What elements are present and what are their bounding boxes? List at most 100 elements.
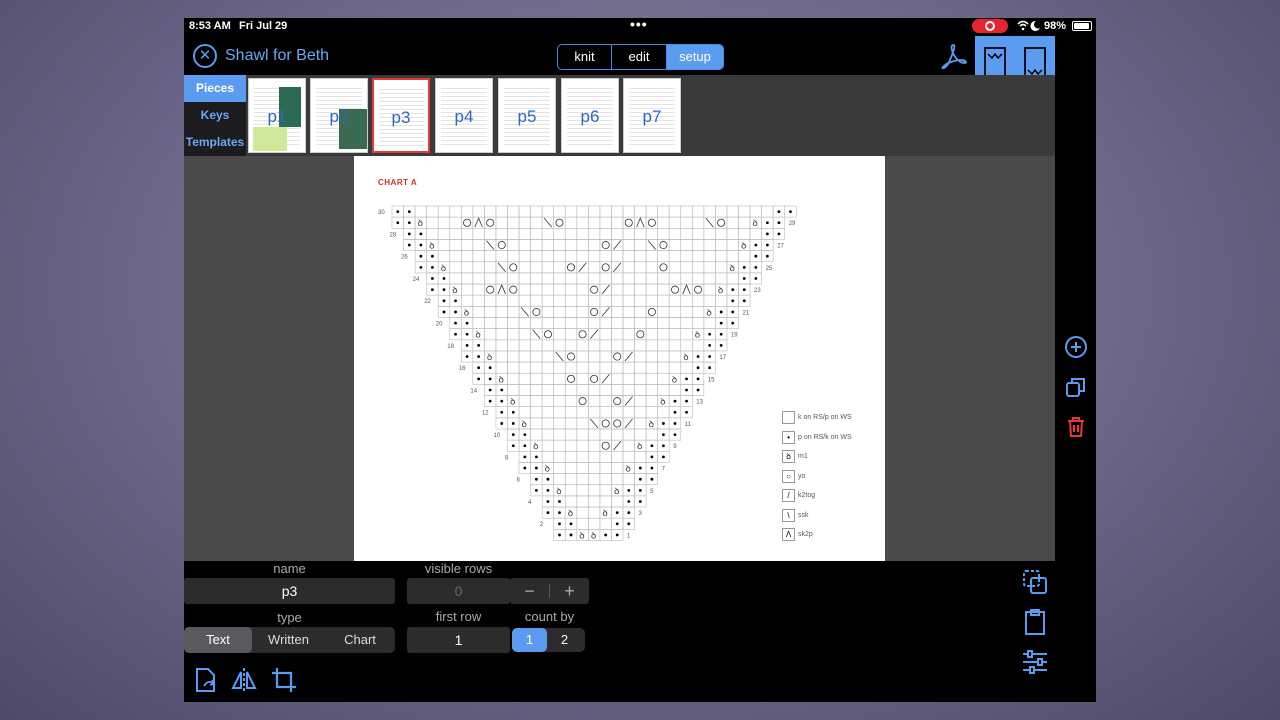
purl-dot: [708, 332, 712, 336]
chart-cell: [507, 328, 520, 341]
chart-cell: [437, 205, 451, 218]
chart-cell: [657, 216, 670, 229]
document-canvas[interactable]: CHART A ꝺ ꝺ ꝺ ꝺ ꝺ ꝺ ꝺ ꝺ ꝺ ꝺ ꝺ ꝺ ꝺ ꝺ ꝺ ꝺ ꝺ ꝺ ꝺ ꝺ ꝺ ꝺ ꝺ ꝺ ꝺ ꝺ ꝺ ꝺ ꝺ ꝺ 30…: [184, 156, 1055, 561]
stitch-symbol: [497, 262, 506, 273]
count-by-1-option[interactable]: 1: [512, 628, 547, 652]
pdf-icon[interactable]: [940, 42, 968, 70]
chart-cell: [691, 205, 705, 218]
piece-thumbnail[interactable]: p7: [623, 78, 681, 153]
chart-cell: [657, 350, 670, 363]
row-number: 18: [447, 344, 454, 350]
m1-mark: ꝺ: [637, 441, 642, 451]
decrement-button[interactable]: −: [510, 578, 549, 604]
type-chart-option[interactable]: Chart: [325, 627, 395, 653]
tab-edit[interactable]: edit: [612, 45, 667, 69]
tab-knit[interactable]: knit: [558, 45, 612, 69]
multitask-dots-icon[interactable]: •••: [630, 18, 648, 32]
chart-cell: [668, 306, 682, 318]
tab-setup[interactable]: setup: [667, 45, 723, 69]
purl-dot: [719, 310, 723, 314]
chart-cell: [668, 339, 682, 352]
settings-sliders-icon[interactable]: [1020, 647, 1050, 677]
tab-templates[interactable]: Templates: [184, 129, 246, 156]
name-field[interactable]: p3: [184, 578, 395, 604]
m1-mark: ꝺ: [545, 463, 550, 473]
chart-cell: [645, 250, 658, 263]
chart-cell: [541, 350, 554, 363]
duplicate-icon[interactable]: [1064, 375, 1088, 399]
purl-dot: [488, 377, 492, 381]
chart-cell: [426, 216, 439, 229]
purl-dot: [650, 444, 654, 448]
chart-cell: [541, 450, 554, 463]
purl-dot: [754, 265, 758, 269]
chart-cell: [645, 384, 658, 396]
chart-cell: [599, 462, 612, 474]
chart-cell: [576, 384, 589, 396]
chart-cell: [715, 205, 728, 218]
close-icon[interactable]: ✕: [193, 44, 217, 68]
stitch-symbol: [497, 284, 506, 295]
piece-thumbnail[interactable]: p2: [310, 78, 368, 153]
chart-cell: [484, 339, 497, 352]
purl-dot: [662, 444, 665, 448]
stitch-symbol: [682, 284, 691, 295]
chart-cell: [564, 462, 578, 474]
chart-cell: [530, 261, 543, 274]
add-circle-icon[interactable]: [1064, 335, 1088, 359]
first-row-field[interactable]: 1: [407, 627, 510, 653]
purl-dot: [638, 466, 642, 470]
screen-record-icon: [972, 19, 1008, 33]
row-number: 17: [719, 355, 726, 361]
chart-cell: [611, 272, 624, 285]
m1-mark: ꝺ: [475, 330, 480, 340]
m1-mark: ꝺ: [452, 285, 457, 295]
chart-cell: [588, 517, 601, 530]
chart-cell: [461, 283, 474, 296]
chart-cell: [553, 450, 566, 463]
chart-cell: [691, 272, 705, 285]
increment-button[interactable]: +: [550, 578, 589, 604]
piece-thumbnail[interactable]: p1: [248, 78, 306, 153]
row-number: 13: [696, 400, 703, 406]
piece-thumbnail[interactable]: p4: [435, 78, 493, 153]
stitch-symbol: [590, 418, 599, 429]
chart-cell: [622, 372, 635, 385]
chart-cell: [576, 283, 589, 296]
chart-cell: [611, 317, 624, 329]
chart-cell: [634, 395, 647, 408]
chart-cell: [657, 406, 670, 419]
chart-legend: k on RS/p on WS • p on RS/k on WS ꝺ m1 ○ yo / k2…: [782, 408, 852, 545]
flip-horizontal-icon[interactable]: [230, 666, 258, 694]
tab-pieces[interactable]: Pieces: [184, 75, 246, 102]
type-written-option[interactable]: Written: [252, 627, 325, 653]
visible-rows-field[interactable]: 0: [407, 578, 510, 604]
chart-cell: [622, 261, 635, 274]
tab-keys[interactable]: Keys: [184, 102, 246, 129]
chart-cell: [541, 417, 554, 430]
row-number: 22: [424, 299, 431, 305]
clipboard-icon[interactable]: [1020, 607, 1050, 637]
piece-thumbnail[interactable]: p6: [561, 78, 619, 153]
count-by-2-option[interactable]: 2: [547, 628, 582, 652]
type-text-option[interactable]: Text: [184, 627, 252, 653]
purl-dot: [465, 355, 469, 358]
chart-cell: [541, 395, 554, 408]
piece-thumbnail[interactable]: p3: [372, 78, 430, 153]
chart-cell: [691, 216, 705, 229]
chart-cell: [599, 317, 612, 329]
chart-cell: [530, 272, 543, 285]
trash-icon[interactable]: [1064, 415, 1088, 439]
purl-dot: [569, 522, 573, 526]
chart-cell: [611, 473, 624, 486]
chart-cell: [553, 261, 566, 274]
m1-mark: ꝺ: [568, 508, 573, 518]
replace-page-icon[interactable]: [192, 666, 220, 694]
stitch-symbol: [659, 263, 668, 272]
stitch-symbol: [590, 307, 599, 316]
row-number: 29: [789, 221, 796, 227]
stitch-symbol: [601, 441, 610, 450]
crop-icon[interactable]: [270, 666, 298, 694]
piece-thumbnail[interactable]: p5: [498, 78, 556, 153]
copy-region-icon[interactable]: [1020, 567, 1050, 597]
